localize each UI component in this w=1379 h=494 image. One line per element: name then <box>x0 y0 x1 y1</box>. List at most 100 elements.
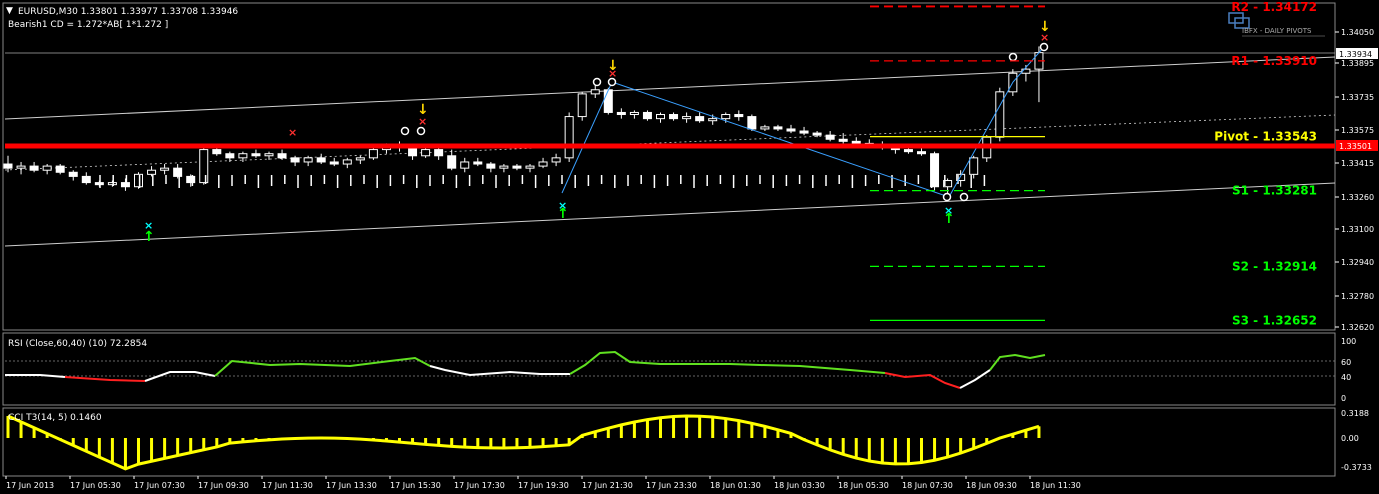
candle-bull <box>160 167 170 171</box>
cross-marker-icon: × <box>944 204 953 217</box>
candle-bear <box>212 149 222 155</box>
time-tick-label: 18 Jun 11:30 <box>1030 481 1081 490</box>
candle-bull <box>460 161 470 169</box>
time-tick-label: 18 Jun 05:30 <box>838 481 889 490</box>
cross-marker-icon: × <box>144 219 153 232</box>
rsi-tick-label: 0 <box>1341 394 1346 403</box>
candle-bear <box>903 149 913 153</box>
candle-bull <box>538 161 548 167</box>
time-tick-label: 18 Jun 09:30 <box>966 481 1017 490</box>
price-tick-label: 1.32620 <box>1341 323 1374 332</box>
candle-bear <box>786 128 796 132</box>
candle-bull <box>577 93 587 118</box>
trading-chart[interactable]: ↑↑↑↓↓↓××××××× R3 - 1.34538R2 - 1.34172R1… <box>0 0 1379 494</box>
candle-bull <box>760 126 770 130</box>
circle-marker-icon <box>1008 52 1018 62</box>
t3-tick-label: 0.3188 <box>1341 409 1369 418</box>
candle-bull <box>682 116 692 120</box>
candle-bear <box>277 153 287 159</box>
candle-bear <box>825 134 835 140</box>
pivot-label: Pivot - 1.33543 <box>1214 130 1317 144</box>
time-tick-label: 17 Jun 2013 <box>6 481 54 490</box>
price-tick-label: 1.34050 <box>1341 28 1374 37</box>
cross-marker-icon: × <box>1040 31 1049 44</box>
symbol-info: EURUSD,M30 1.33801 1.33977 1.33708 1.339… <box>18 7 238 17</box>
candle-bull <box>499 165 509 169</box>
candle-bull <box>525 165 535 169</box>
price-tick-label: 1.33100 <box>1341 225 1374 234</box>
candle-bull <box>342 159 352 165</box>
price-tick-label: 1.33895 <box>1341 59 1374 68</box>
candle-bull <box>107 182 117 186</box>
candle-bear <box>55 165 65 173</box>
candle-bear <box>642 111 652 120</box>
current-price-label: 1.33934 <box>1339 50 1372 59</box>
circle-marker-icon <box>400 126 410 136</box>
candle-bear <box>434 149 444 157</box>
candle-bull <box>368 149 378 159</box>
circle-marker-icon <box>607 77 617 87</box>
candle-bear <box>747 116 757 130</box>
candle-bear <box>408 147 418 157</box>
candle-bear <box>316 157 326 163</box>
time-tick-label: 18 Jun 01:30 <box>710 481 761 490</box>
time-tick-label: 17 Jun 23:30 <box>646 481 697 490</box>
pivot-label: R2 - 1.34172 <box>1231 0 1317 14</box>
time-tick-label: 18 Jun 07:30 <box>902 481 953 490</box>
dropdown-triangle-icon[interactable]: ▼ <box>6 6 13 16</box>
candle-bull <box>551 157 561 163</box>
candle-bear <box>616 111 626 116</box>
time-tick-label: 17 Jun 13:30 <box>326 481 377 490</box>
candle-bull <box>355 157 365 161</box>
time-tick-label: 17 Jun 09:30 <box>198 481 249 490</box>
price-tick-label: 1.33735 <box>1341 93 1374 102</box>
candle-bull <box>199 149 209 184</box>
t3-tick-label: 0.00 <box>1341 434 1359 443</box>
time-tick-label: 17 Jun 21:30 <box>582 481 633 490</box>
price-tick-label: 1.33260 <box>1341 193 1374 202</box>
circle-marker-icon <box>416 126 426 136</box>
candle-bear <box>173 167 183 177</box>
candle-bear <box>734 114 744 118</box>
candle-bear <box>290 157 300 163</box>
candle-bull <box>969 157 979 175</box>
candle-bull <box>42 165 52 171</box>
cross-marker-icon: × <box>288 126 297 139</box>
candle-bear <box>799 130 809 134</box>
candle-bull <box>303 157 313 163</box>
candle-bear <box>512 165 522 169</box>
pivot-label: S1 - 1.33281 <box>1232 184 1317 198</box>
candle-bear <box>695 116 705 122</box>
circle-marker-icon <box>942 192 952 202</box>
rsi-tick-label: 60 <box>1341 358 1351 367</box>
candle-bull <box>721 114 731 120</box>
t3-title: CCI T3(14, 5) 0.1460 <box>8 413 102 423</box>
price-tick-label: 1.33575 <box>1341 126 1374 135</box>
rsi-tick-label: 100 <box>1341 337 1356 346</box>
pivot-label: S3 - 1.32652 <box>1232 313 1317 327</box>
candle-bear <box>812 132 822 136</box>
cross-marker-icon: × <box>418 115 427 128</box>
candle-bull <box>16 165 26 169</box>
candle-bear <box>29 165 39 171</box>
price-tick-label: 1.32780 <box>1341 292 1374 301</box>
pivot-label: S2 - 1.32914 <box>1232 259 1317 273</box>
circle-marker-icon <box>592 77 602 87</box>
red-level-label: 1.33501 <box>1339 142 1372 151</box>
pivot-label: R1 - 1.33910 <box>1231 54 1317 68</box>
rsi-title: RSI (Close,60,40) (10) 72.2854 <box>8 339 147 349</box>
candle-bear <box>669 114 679 120</box>
candle-bull <box>995 91 1005 138</box>
candle-bear <box>603 89 613 113</box>
candle-bear <box>251 153 261 157</box>
time-tick-label: 17 Jun 15:30 <box>390 481 441 490</box>
candle-bear <box>186 175 196 184</box>
time-tick-label: 18 Jun 03:30 <box>774 481 825 490</box>
candle-bear <box>838 138 848 142</box>
circle-marker-icon <box>959 192 969 202</box>
price-tick-label: 1.32940 <box>1341 258 1374 267</box>
candle-bear <box>447 155 457 169</box>
time-tick-label: 17 Jun 19:30 <box>518 481 569 490</box>
time-tick-label: 17 Jun 07:30 <box>134 481 185 490</box>
candle-bull <box>656 114 665 120</box>
